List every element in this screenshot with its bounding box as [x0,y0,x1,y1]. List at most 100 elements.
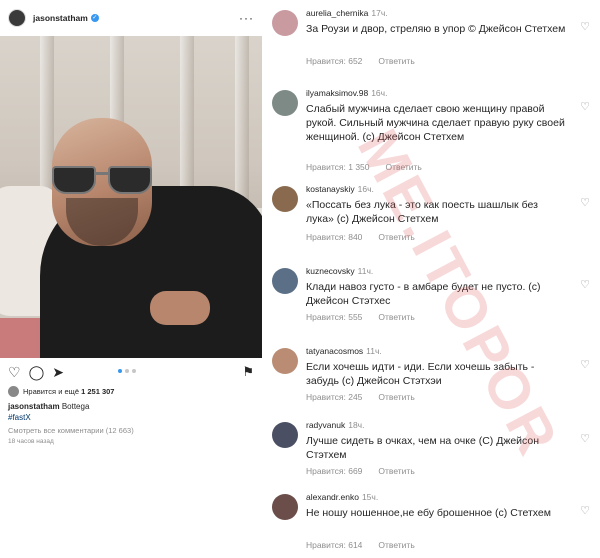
commenter-avatar[interactable] [272,422,298,448]
comment-item: kuznecovsky 11ч. Клади навоз густо - в ам… [262,258,600,330]
comment-meta: Нравится: 669 Ответить [306,466,431,476]
commenter-avatar[interactable] [272,494,298,520]
comment-item: alexandr.enko 15ч. Не ношу ношенное,не еб… [262,484,600,558]
comment-text: Не ношу ношенное,не ебу брошенное (с) Ст… [306,507,551,519]
comments-panel: aurelia_chernika 17ч. За Роузи и двор, ст… [262,0,600,558]
comment-time: 11ч. [357,266,374,276]
instagram-post: jasonstatham ✓ ··· ♡ ◯ ➤ ⚑ Нравится и ещ… [0,0,262,558]
comment-likes[interactable]: Нравится: 245 [306,392,362,402]
comment-time: 11ч. [366,346,382,356]
comment-icon[interactable]: ◯ [29,364,45,381]
post-photo[interactable] [0,36,262,358]
likes-line[interactable]: Нравится и ещё 1 251 307 [0,386,262,397]
commenter-username[interactable]: radyvanuk [306,420,345,430]
lens-right [108,166,152,194]
comment-likes[interactable]: Нравится: 1 350 [306,162,370,172]
more-icon[interactable]: ··· [239,11,254,25]
reply-button[interactable]: Ответить [378,312,414,322]
author-username[interactable]: jasonstatham [33,13,88,23]
commenter-username[interactable]: kuznecovsky [306,266,355,276]
comment-text: «Поссать без лука - это как поесть шашлы… [306,199,538,225]
comment-item: radyvanuk 18ч. Лучше сидеть в очках, чем … [262,412,600,484]
likes-label: Нравится [23,387,57,396]
commenter-username[interactable]: aurelia_chernika [306,8,368,18]
verified-badge-icon: ✓ [90,14,99,22]
commenter-avatar[interactable] [272,90,298,116]
comment-time: 16ч. [357,184,374,194]
comment-meta: Нравится: 840 Ответить [306,232,431,242]
comment-header: aurelia_chernika 17ч. [306,8,388,18]
comment-text: Если хочешь идти - иди. Если хочешь забы… [306,361,535,387]
glasses-bridge [96,172,108,175]
post-timestamp: 18 часов назад [8,438,54,445]
carousel-dot[interactable] [118,369,122,373]
heart-icon[interactable]: ♡ [580,196,590,209]
share-icon[interactable]: ➤ [52,364,64,381]
comment-time: 18ч. [348,420,365,430]
comment-meta: Нравится: 614 Ответить [306,540,431,550]
post-header: jasonstatham ✓ ··· [0,0,262,36]
comment-likes[interactable]: Нравится: 840 [306,232,362,242]
commenter-username[interactable]: kostanayskiy [306,184,355,194]
comment-time: 15ч. [361,492,379,502]
reply-button[interactable]: Ответить [378,540,414,550]
bookmark-icon[interactable]: ⚑ [242,364,254,380]
heart-icon[interactable]: ♡ [8,364,21,381]
heart-icon[interactable]: ♡ [580,504,590,517]
lens-left [52,166,96,194]
carousel-dot[interactable] [132,369,136,373]
comment-meta: Нравится: 1 350 Ответить [306,162,438,172]
carousel-dot[interactable] [125,369,129,373]
comment-likes[interactable]: Нравится: 614 [306,540,362,550]
heart-icon[interactable]: ♡ [580,358,590,371]
comment-text: Слабый мужчина сделает свою женщину прав… [306,103,565,143]
commenter-avatar[interactable] [272,186,298,212]
comment-item: aurelia_chernika 17ч. За Роузи и двор, ст… [262,0,600,72]
comment-header: ilyamaksimov.98 16ч. [306,88,387,98]
heart-icon[interactable]: ♡ [580,100,590,113]
comment-likes[interactable]: Нравится: 669 [306,466,362,476]
commenter-avatar[interactable] [272,268,298,294]
commenter-username[interactable]: ilyamaksimov.98 [306,88,368,98]
comment-likes[interactable]: Нравится: 652 [306,56,362,66]
comment-item: tatyanacosmos 11ч. Если хочешь идти - иди… [262,338,600,410]
person-hand [150,291,210,325]
comment-time: 17ч. [371,8,388,18]
reply-button[interactable]: Ответить [378,392,414,402]
heart-icon[interactable]: ♡ [580,20,590,33]
comment-item: kostanayskiy 16ч. «Поссать без лука - это… [262,176,600,248]
comment-likes[interactable]: Нравится: 555 [306,312,362,322]
reply-button[interactable]: Ответить [378,232,414,242]
commenter-avatar[interactable] [272,10,298,36]
sunglasses [52,166,156,196]
commenter-avatar[interactable] [272,348,298,374]
commenter-username[interactable]: alexandr.enko [306,492,359,502]
caption-text: Bottega [61,402,90,411]
comment-header: alexandr.enko 15ч. [306,492,378,502]
comment-meta: Нравится: 652 Ответить [306,56,431,66]
reply-button[interactable]: Ответить [378,466,414,476]
heart-icon[interactable]: ♡ [580,432,590,445]
likes-count: 1 251 307 [81,387,115,396]
comment-header: kuznecovsky 11ч. [306,266,373,276]
author-avatar[interactable] [8,9,26,27]
comment-item: ilyamaksimov.98 16ч. Слабый мужчина сдела… [262,80,600,172]
comment-header: kostanayskiy 16ч. [306,184,374,194]
carousel-dots [118,369,136,373]
hashtag-link[interactable]: #fastX [8,413,31,422]
reply-button[interactable]: Ответить [386,162,422,172]
reply-button[interactable]: Ответить [378,56,414,66]
commenter-username[interactable]: tatyanacosmos [306,346,363,356]
comment-time: 16ч. [371,88,388,98]
comment-header: tatyanacosmos 11ч. [306,346,382,356]
comment-text: Лучше сидеть в очках, чем на очке (С) Дж… [306,435,540,461]
liker-avatar [8,386,19,397]
post-actions: ♡ ◯ ➤ ⚑ [0,358,262,386]
comment-meta: Нравится: 555 Ответить [306,312,431,322]
comment-meta: Нравится: 245 Ответить [306,392,431,402]
heart-icon[interactable]: ♡ [580,278,590,291]
comment-text: За Роузи и двор, стреляю в упор © Джейсо… [306,23,566,35]
comment-header: radyvanuk 18ч. [306,420,364,430]
caption-username[interactable]: jasonstatham [8,402,60,411]
view-all-comments-link[interactable]: Смотреть все комментарии (12 663) [0,423,262,435]
